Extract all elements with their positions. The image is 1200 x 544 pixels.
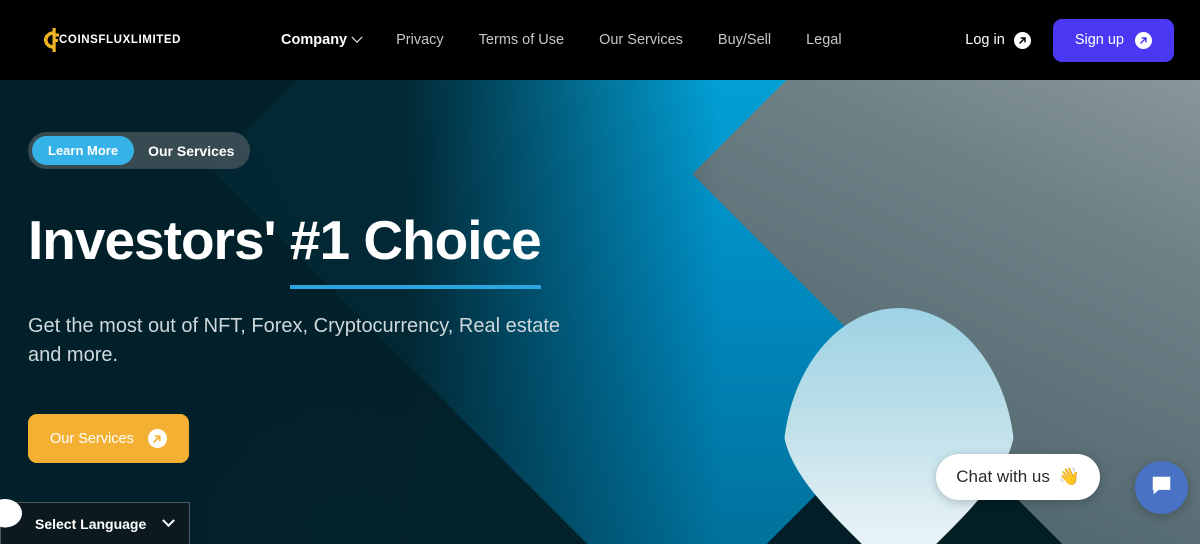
- nav-item-label: Company: [281, 32, 348, 48]
- nav-item-label: Our Services: [599, 32, 683, 48]
- login-label: Log in: [965, 32, 1005, 48]
- chevron-down-icon: [351, 31, 363, 43]
- chat-launcher-button[interactable]: [1135, 461, 1188, 514]
- hero-subtitle: Get the most out of NFT, Forex, Cryptocu…: [28, 314, 561, 366]
- chevron-down-icon: [162, 514, 175, 528]
- page-root: COINSFLUXLIMITED Company Privacy Terms o…: [0, 0, 1200, 544]
- headline-part-1: Investors': [28, 209, 290, 271]
- speech-bubble-icon[interactable]: [0, 497, 24, 538]
- nav-item-our-services[interactable]: Our Services: [599, 32, 683, 48]
- nav-item-label: Privacy: [396, 32, 444, 48]
- arrow-up-right-icon: [1135, 31, 1152, 49]
- login-button[interactable]: Log in: [965, 31, 1031, 49]
- tab-learn-more[interactable]: Learn More: [32, 136, 135, 165]
- tab-our-services[interactable]: Our Services: [148, 143, 234, 159]
- brand-logo[interactable]: COINSFLUXLIMITED: [40, 27, 181, 53]
- headline-part-2: #1 Choice: [289, 209, 542, 289]
- nav-item-buy-sell[interactable]: Buy/Sell: [718, 32, 771, 48]
- cta-label: Our Services: [50, 430, 134, 447]
- nav-item-label: Buy/Sell: [717, 32, 772, 48]
- nav-item-company[interactable]: Company: [281, 31, 363, 48]
- page-title: Investors' #1 Choice: [28, 209, 668, 289]
- top-navigation-bar: COINSFLUXLIMITED Company Privacy Terms o…: [0, 0, 1200, 80]
- nav-actions: Log in Sign up: [965, 18, 1174, 62]
- waving-hand-icon: 👋: [1058, 467, 1080, 486]
- arrow-up-right-icon: [147, 429, 167, 449]
- nav-item-legal[interactable]: Legal: [806, 32, 841, 48]
- brand-name: COINSFLUXLIMITED: [59, 34, 182, 46]
- nav-item-label: Terms of Use: [478, 32, 565, 48]
- nav-item-terms-of-use[interactable]: Terms of Use: [479, 32, 564, 48]
- signup-label: Sign up: [1074, 32, 1124, 48]
- hero-tab-group: Learn More Our Services: [28, 132, 251, 169]
- chat-bubble-text: Chat with us: [956, 467, 1050, 486]
- nav-item-privacy[interactable]: Privacy: [396, 32, 444, 48]
- hero-content: Learn More Our Services Investors' #1 Ch…: [28, 132, 668, 464]
- our-services-cta-button[interactable]: Our Services: [28, 414, 189, 464]
- language-selector[interactable]: Select Language: [0, 502, 190, 544]
- nav-item-label: Legal: [806, 32, 842, 48]
- language-selector-label: Select Language: [35, 515, 147, 532]
- coin-c-logo-icon: [40, 27, 60, 53]
- chat-message-icon: [1149, 473, 1174, 503]
- chat-with-us-bubble[interactable]: Chat with us 👋: [936, 454, 1100, 500]
- nav-links: Company Privacy Terms of Use Our Service…: [281, 31, 842, 48]
- signup-button[interactable]: Sign up: [1052, 18, 1174, 62]
- arrow-up-right-icon: [1013, 31, 1031, 49]
